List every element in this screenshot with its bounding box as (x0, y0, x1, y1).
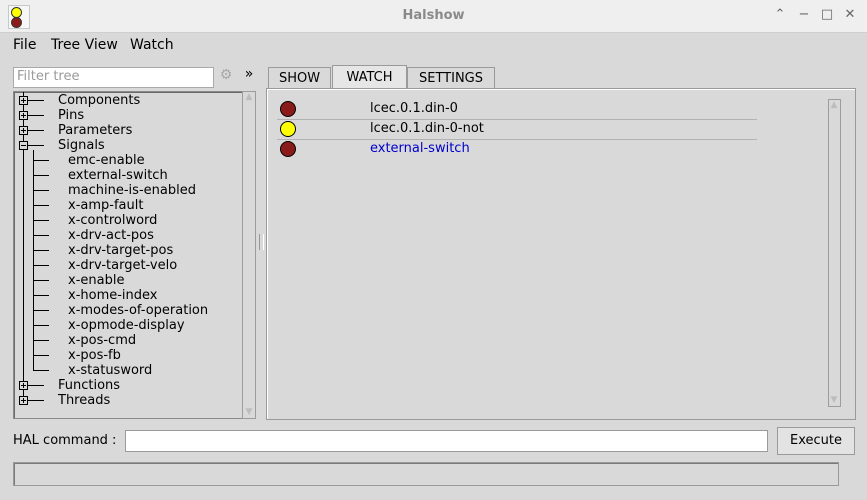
maximize-icon[interactable]: □ (818, 6, 836, 24)
tree-connector (33, 370, 49, 371)
tree-connector (28, 130, 44, 131)
tree-connector (33, 355, 49, 356)
minimize-up-icon[interactable]: ⌃ (771, 6, 789, 24)
tree-item-signal[interactable]: x-controlword (68, 213, 157, 228)
tree-connector (33, 310, 49, 311)
expand-icon[interactable] (19, 381, 28, 390)
collapse-icon[interactable] (19, 141, 28, 150)
tree-item-signal[interactable]: x-drv-act-pos (68, 228, 154, 243)
tree-connector (33, 205, 49, 206)
led-indicator-icon (280, 101, 296, 117)
hal-command-input[interactable] (126, 431, 765, 449)
menu-bar: File Tree View Watch (5, 32, 861, 57)
tree-item-signal[interactable]: x-pos-cmd (68, 333, 136, 348)
expand-icon[interactable] (19, 396, 28, 405)
tree-connector (28, 100, 44, 101)
scroll-up-icon[interactable]: ▲ (829, 101, 839, 110)
tree-scrollbar[interactable]: ▲ ▼ (242, 91, 256, 419)
tree-item-signal[interactable]: machine-is-enabled (68, 183, 196, 198)
tree-item-signal[interactable]: x-home-index (68, 288, 158, 303)
status-bar (13, 462, 839, 486)
tab-settings[interactable]: SETTINGS (407, 67, 495, 90)
tree-connector (33, 280, 49, 281)
watch-row[interactable]: lcec.0.1.din-0 (279, 100, 769, 119)
hal-tree: Components Pins Parameters Signals emc-enabl… (13, 91, 244, 419)
watch-item-label: lcec.0.1.din-0 (370, 101, 458, 116)
scroll-down-icon[interactable]: ▼ (829, 396, 839, 405)
tree-item-signal[interactable]: x-drv-target-pos (68, 243, 173, 258)
tree-connector (33, 250, 49, 251)
tree-connector (23, 92, 24, 400)
pane-splitter[interactable] (259, 234, 264, 250)
menu-watch[interactable]: Watch (130, 37, 174, 53)
tree-item-signal[interactable]: x-statusword (68, 363, 152, 378)
tree-connector (28, 400, 44, 401)
tree-item-signal[interactable]: emc-enable (68, 153, 145, 168)
tree-connector (33, 220, 49, 221)
scroll-up-icon[interactable]: ▲ (244, 93, 254, 102)
watch-item-label: external-switch (370, 141, 470, 156)
tree-item-signal[interactable]: x-modes-of-operation (68, 303, 208, 318)
tree-item-signal[interactable]: external-switch (68, 168, 168, 183)
tree-item-components[interactable]: Components (58, 93, 140, 108)
tree-item-signal[interactable]: x-amp-fault (68, 198, 143, 213)
tree-connector (33, 235, 49, 236)
tree-connector (28, 145, 44, 146)
tree-item-signals[interactable]: Signals (58, 138, 105, 153)
expand-icon[interactable] (19, 126, 28, 135)
minimize-icon[interactable]: − (795, 6, 813, 24)
expand-panel-icon[interactable]: » (242, 66, 256, 86)
tree-connector (33, 295, 49, 296)
execute-button[interactable]: Execute (777, 427, 855, 455)
tree-item-signal[interactable]: x-opmode-display (68, 318, 185, 333)
tree-item-functions[interactable]: Functions (58, 378, 120, 393)
tab-show[interactable]: SHOW (268, 67, 331, 90)
watch-panel: lcec.0.1.din-0 lcec.0.1.din-0-not external… (266, 88, 856, 420)
menu-file[interactable]: File (13, 37, 36, 53)
tree-connector (33, 160, 49, 161)
watch-scrollbar[interactable]: ▲ ▼ (828, 99, 841, 407)
tree-item-signal[interactable]: x-enable (68, 273, 124, 288)
title-bar: Halshow ⌃ − □ ✕ (0, 0, 867, 33)
gear-icon[interactable]: ⚙ (218, 67, 234, 85)
hal-command-label: HAL command : (13, 433, 117, 448)
tree-connector (33, 190, 49, 191)
watch-item-label: lcec.0.1.din-0-not (370, 121, 484, 136)
tree-item-signal[interactable]: x-drv-target-velo (68, 258, 177, 273)
tree-connector (33, 265, 49, 266)
led-indicator-icon (280, 141, 296, 157)
tree-item-pins[interactable]: Pins (58, 108, 84, 123)
window-title: Halshow (402, 8, 465, 23)
watch-row[interactable]: lcec.0.1.din-0-not (279, 120, 769, 139)
close-icon[interactable]: ✕ (841, 6, 859, 24)
tree-item-threads[interactable]: Threads (58, 393, 110, 408)
expand-icon[interactable] (19, 96, 28, 105)
watch-row[interactable]: external-switch (279, 140, 769, 159)
filter-tree-input[interactable] (14, 68, 211, 85)
menu-tree-view[interactable]: Tree View (51, 37, 118, 53)
tree-connector (28, 115, 44, 116)
tree-item-parameters[interactable]: Parameters (58, 123, 132, 138)
filter-tree-field[interactable] (13, 67, 214, 88)
tree-item-signal[interactable]: x-pos-fb (68, 348, 121, 363)
scroll-down-icon[interactable]: ▼ (244, 408, 254, 417)
tree-connector (28, 385, 44, 386)
led-indicator-icon (280, 121, 296, 137)
hal-command-field[interactable] (125, 430, 768, 452)
tree-connector (33, 340, 49, 341)
expand-icon[interactable] (19, 111, 28, 120)
tree-connector (33, 150, 34, 370)
tree-connector (33, 175, 49, 176)
tree-connector (33, 325, 49, 326)
